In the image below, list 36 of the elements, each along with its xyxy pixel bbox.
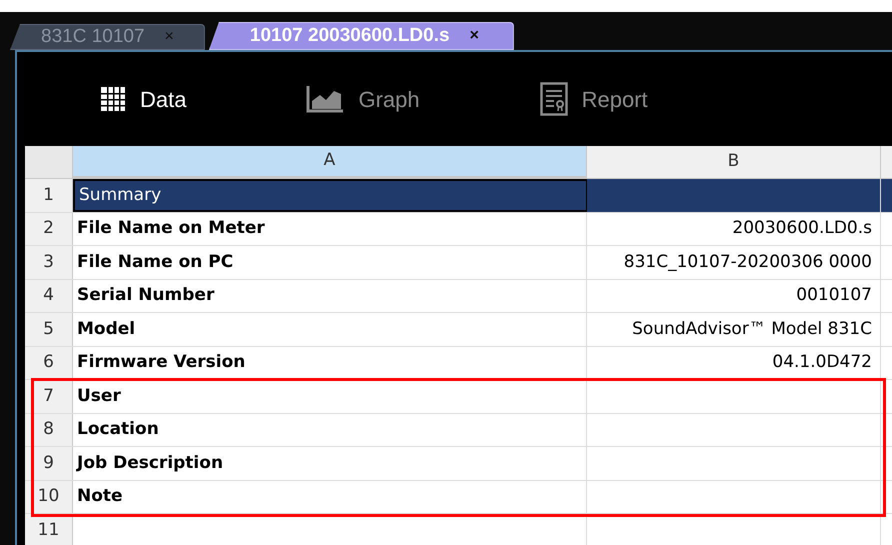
row-number: 6 [25,346,73,379]
table-cell: File Name on PC [73,246,587,278]
table-cell: Serial Number [73,280,587,312]
row-number: 3 [25,246,73,278]
row-number: 7 [25,380,73,412]
table-cell: Summary [73,179,587,212]
table-cell: 20030600.LD0.s [587,212,881,245]
table-cell: 04.1.0D472 [587,346,881,379]
table-cell: Firmware Version [73,346,587,379]
table-cell: SoundAdvisor™ Model 831C [587,313,881,346]
table-cell: 831C_10107-20200306 0000 [587,246,881,278]
toolbar-tab[interactable]: Report [540,82,648,116]
table-cell: Model [73,313,587,346]
table-cell: Note [73,480,587,513]
row-number: 1 [25,179,73,212]
row-number: 2 [25,212,73,245]
toolbar-tab[interactable]: Graph [306,82,420,116]
row-number: 4 [25,280,73,312]
row-number: 9 [25,447,73,480]
row-number: 5 [25,313,73,346]
row-number: 10 [25,480,73,513]
toolbar-tab[interactable]: Data [100,82,186,116]
column-header[interactable]: A [73,146,587,178]
area-chart-icon [306,85,344,113]
table-cell: 0010107 [587,280,881,312]
row-number: 8 [25,414,73,446]
table-cell: Location [73,414,587,446]
report-icon [540,82,568,116]
table-cell [881,179,892,212]
row-number: 11 [25,514,73,545]
table-cell: File Name on Meter [73,212,587,245]
table-cell: User [73,380,587,412]
document-tab[interactable]: 10107 20030600.LD0.s × [208,22,514,50]
table-cell: Job Description [73,447,587,480]
table-icon [100,86,126,112]
close-icon[interactable]: × [470,24,479,48]
